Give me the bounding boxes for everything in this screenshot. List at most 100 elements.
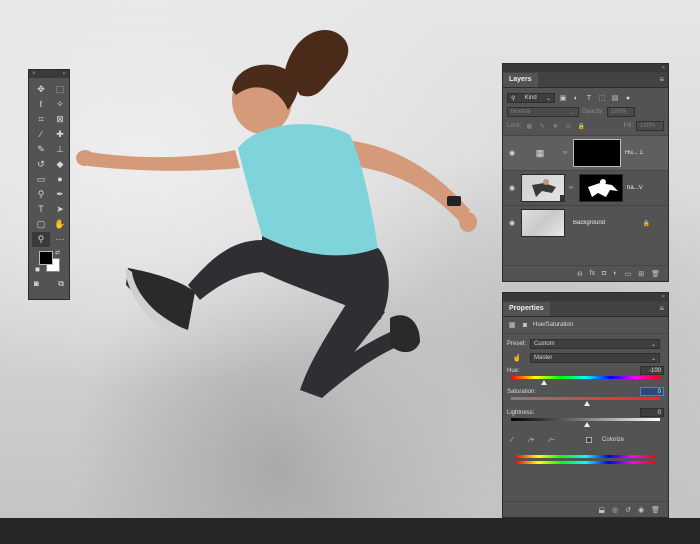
- delete-layer-icon[interactable]: 🗑: [651, 270, 660, 278]
- filter-kind-select[interactable]: ⚲ Kind ⌄: [507, 93, 555, 103]
- collapse-icon[interactable]: «: [63, 71, 66, 77]
- marquee-tool-icon[interactable]: ⬚: [51, 82, 69, 97]
- close-icon[interactable]: ×: [32, 71, 36, 77]
- filter-adjustment-icon[interactable]: ◐: [571, 95, 581, 102]
- lock-position-icon[interactable]: ✥: [550, 123, 560, 130]
- tab-layers[interactable]: Layers: [503, 73, 538, 87]
- layer-row-photo[interactable]: ◉ ∞ ha...V: [503, 170, 668, 205]
- fill-field[interactable]: 100%: [636, 121, 664, 131]
- lock-transparent-icon[interactable]: ▦: [524, 123, 534, 130]
- delete-icon[interactable]: 🗑: [651, 506, 660, 514]
- history-brush-tool-icon[interactable]: ↺: [32, 157, 50, 172]
- eye-icon[interactable]: ◉: [507, 149, 517, 157]
- visibility-icon[interactable]: ◉: [638, 506, 644, 514]
- hue-input[interactable]: -100: [640, 366, 664, 375]
- color-swatches: ◼ ⇄: [35, 249, 69, 277]
- rectangle-tool-icon[interactable]: ▢: [32, 217, 50, 232]
- colorize-checkbox[interactable]: [585, 437, 592, 443]
- zoom-tool-icon[interactable]: ⚲: [32, 232, 50, 247]
- eyedropper-icon[interactable]: ∕: [507, 437, 517, 444]
- swap-colors-icon[interactable]: ⇄: [55, 249, 60, 256]
- filter-toggle-icon[interactable]: ●: [623, 95, 633, 102]
- filter-type-icon[interactable]: T: [584, 95, 594, 102]
- layer-mask-thumbnail[interactable]: [573, 139, 621, 167]
- preset-row: Preset: Custom ⌄: [503, 337, 668, 351]
- filter-pixel-icon[interactable]: ▣: [558, 94, 568, 102]
- pen-tool-icon[interactable]: ✒: [51, 187, 69, 202]
- frame-tool-icon[interactable]: ⊠: [51, 112, 69, 127]
- panel-menu-icon[interactable]: ≡: [655, 304, 668, 316]
- eyedropper-tool-icon[interactable]: ∕: [32, 127, 50, 142]
- eye-icon[interactable]: ◉: [507, 184, 517, 192]
- lock-pixels-icon[interactable]: ✎: [537, 123, 547, 130]
- filter-shape-icon[interactable]: ⬚: [597, 94, 607, 102]
- eye-icon[interactable]: ◉: [507, 219, 517, 227]
- blend-row: Normal ⌄ Opacity: 100%: [503, 105, 668, 119]
- opacity-field[interactable]: 100%: [607, 107, 636, 117]
- magic-wand-tool-icon[interactable]: ✧: [51, 97, 69, 112]
- new-layer-icon[interactable]: ⊞: [638, 270, 644, 278]
- collapse-icon[interactable]: «: [662, 65, 665, 71]
- eyedropper-subtract-icon[interactable]: ∕−: [547, 437, 557, 444]
- move-tool-icon[interactable]: ✥: [32, 82, 50, 97]
- panel-menu-icon[interactable]: ≡: [655, 75, 668, 87]
- add-mask-icon[interactable]: ◘: [602, 270, 606, 278]
- lightness-input[interactable]: 0: [640, 408, 664, 417]
- brush-tool-icon[interactable]: ✎: [32, 142, 50, 157]
- filter-smart-object-icon[interactable]: ▤: [610, 94, 620, 102]
- screen-mode-icon[interactable]: ⧉: [58, 279, 64, 289]
- lightness-slider[interactable]: [503, 418, 668, 428]
- layer-name[interactable]: Hu... 1: [625, 150, 668, 156]
- layer-name[interactable]: Background: [573, 220, 639, 226]
- reset-icon[interactable]: ↺: [625, 506, 631, 514]
- link-layers-icon[interactable]: ⊖: [577, 270, 583, 278]
- spectrum-bars: [503, 455, 668, 464]
- properties-tabbar: Properties ≡: [503, 301, 668, 317]
- type-tool-icon[interactable]: T: [32, 202, 50, 217]
- fx-icon[interactable]: fx: [590, 270, 595, 278]
- chevron-down-icon: ⌄: [545, 95, 551, 102]
- clone-stamp-tool-icon[interactable]: ⊥: [51, 142, 69, 157]
- layer-row-background[interactable]: ◉ Background 🔒: [503, 205, 668, 240]
- path-selection-tool-icon[interactable]: ➤: [51, 202, 69, 217]
- saturation-slider[interactable]: [503, 397, 668, 407]
- blur-tool-icon[interactable]: ●: [51, 172, 69, 187]
- collapse-icon[interactable]: «: [662, 294, 665, 300]
- channel-select[interactable]: Master ⌄: [530, 353, 660, 363]
- lock-all-icon[interactable]: 🔒: [576, 123, 586, 130]
- layer-row-hue-saturation[interactable]: ◉ ▦ ∞ Hu... 1: [503, 135, 668, 170]
- dodge-tool-icon[interactable]: ⚲: [32, 187, 50, 202]
- lock-artboard-icon[interactable]: ⊡: [563, 123, 573, 130]
- blend-mode-select[interactable]: Normal ⌄: [507, 107, 579, 117]
- search-icon: ⚲: [511, 95, 516, 102]
- gradient-tool-icon[interactable]: ▭: [32, 172, 50, 187]
- lasso-tool-icon[interactable]: ℓ: [32, 97, 50, 112]
- hand-tool-icon[interactable]: ✋: [51, 217, 69, 232]
- view-previous-icon[interactable]: ◎: [612, 506, 618, 514]
- new-adjustment-icon[interactable]: ◐: [613, 270, 617, 278]
- lightness-slider-thumb[interactable]: [583, 422, 590, 427]
- preset-select[interactable]: Custom ⌄: [530, 339, 660, 349]
- crop-tool-icon[interactable]: ⌗: [32, 112, 50, 127]
- chevron-down-icon: ⌄: [569, 109, 575, 116]
- targeted-adjustment-hand-icon[interactable]: ☝: [507, 354, 527, 362]
- background-thumbnail: [521, 209, 565, 237]
- mask-icon[interactable]: ◙: [520, 322, 530, 329]
- saturation-slider-thumb[interactable]: [583, 401, 590, 406]
- foreground-color-swatch[interactable]: [39, 251, 53, 265]
- eyedropper-add-icon[interactable]: ∕+: [527, 437, 537, 444]
- new-group-icon[interactable]: ▭: [625, 270, 632, 278]
- quick-mask-icon[interactable]: ◙: [34, 279, 39, 289]
- layer-name[interactable]: ha...V: [627, 185, 668, 191]
- layer-mask-thumbnail[interactable]: [579, 174, 623, 202]
- tab-properties[interactable]: Properties: [503, 302, 550, 316]
- hue-row: Hue: -100: [503, 365, 668, 376]
- hue-slider-thumb[interactable]: [541, 380, 548, 385]
- more-tools-icon[interactable]: ···: [51, 232, 69, 247]
- eraser-tool-icon[interactable]: ◆: [51, 157, 69, 172]
- default-colors-icon[interactable]: ◼: [35, 266, 40, 273]
- hue-slider[interactable]: [503, 376, 668, 386]
- saturation-input[interactable]: 0: [640, 387, 664, 396]
- clip-to-layer-icon[interactable]: ⬓: [598, 506, 605, 514]
- healing-brush-tool-icon[interactable]: ✚: [51, 127, 69, 142]
